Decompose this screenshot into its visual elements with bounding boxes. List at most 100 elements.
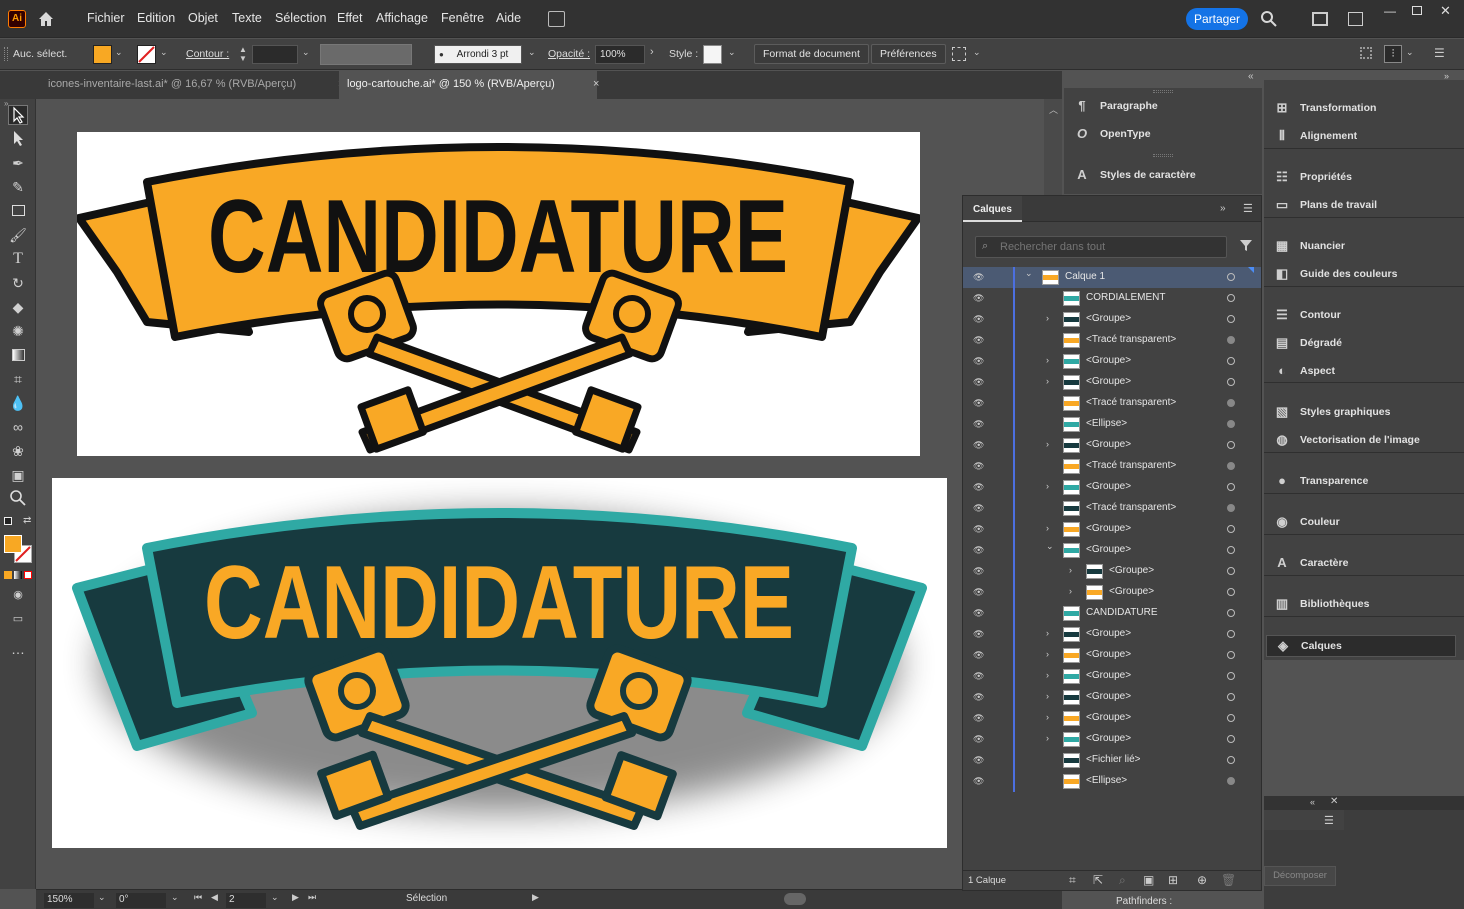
target-circle-icon[interactable]: [1227, 735, 1235, 743]
layer-row[interactable]: 👁 › <Groupe>: [963, 561, 1261, 582]
close-panel-icon[interactable]: ✕: [1330, 796, 1338, 807]
visibility-eye-icon[interactable]: 👁: [973, 545, 985, 555]
chevron-right-icon[interactable]: ▶: [532, 892, 539, 903]
menu-3[interactable]: Texte: [232, 11, 262, 25]
layer-row[interactable]: 👁 › <Groupe>: [963, 666, 1261, 687]
target-circle-icon[interactable]: [1227, 609, 1235, 617]
target-circle-icon[interactable]: [1227, 546, 1235, 554]
color-mode-icon[interactable]: [4, 571, 12, 579]
symbol-sprayer-tool-icon[interactable]: ❀: [8, 441, 28, 461]
selection-tool-icon[interactable]: [8, 105, 28, 125]
layer-row[interactable]: 👁 › <Groupe>: [963, 372, 1261, 393]
visibility-eye-icon[interactable]: 👁: [973, 629, 985, 639]
properties-toggle-icon[interactable]: ⫶: [1384, 45, 1402, 63]
panel-appearance[interactable]: ◐ Aspect: [1274, 361, 1335, 381]
chevron-right-icon[interactable]: ›: [1046, 649, 1049, 659]
variable-width-profile[interactable]: [320, 44, 412, 65]
default-colors-icon[interactable]: [4, 517, 12, 525]
layer-row[interactable]: 👁 › <Groupe>: [963, 582, 1261, 603]
menu-2[interactable]: Objet: [188, 11, 218, 25]
chevron-down-icon[interactable]: ⌄: [98, 892, 106, 903]
first-artboard-icon[interactable]: ⏮: [194, 892, 202, 903]
new-layer-icon[interactable]: ⊕: [1197, 873, 1207, 887]
more-tools-icon[interactable]: …: [8, 639, 28, 659]
layer-row[interactable]: 👁 › <Groupe>: [963, 708, 1261, 729]
direct-selection-tool-icon[interactable]: [8, 129, 28, 149]
target-circle-icon[interactable]: [1227, 294, 1235, 302]
layer-row[interactable]: 👁 <Tracé transparent>: [963, 393, 1261, 414]
eyedropper-tool-icon[interactable]: 💧: [8, 393, 28, 413]
menu-0[interactable]: Fichier: [87, 11, 125, 25]
visibility-eye-icon[interactable]: 👁: [973, 293, 985, 303]
panel-character[interactable]: A Caractère: [1274, 553, 1348, 573]
layer-row[interactable]: 👁 CANDIDATURE: [963, 603, 1261, 624]
visibility-eye-icon[interactable]: 👁: [973, 524, 985, 534]
panel-transform[interactable]: ⊞ Transformation: [1274, 98, 1377, 118]
chevron-right-icon[interactable]: ›: [650, 46, 654, 58]
chevron-right-icon[interactable]: ›: [1046, 313, 1049, 323]
home-icon[interactable]: [36, 9, 56, 29]
pen-tool-icon[interactable]: ✒: [8, 153, 28, 173]
collapse-panels-icon[interactable]: «: [1248, 71, 1254, 82]
align-objects-icon[interactable]: [952, 47, 966, 61]
chevron-right-icon[interactable]: ›: [1046, 523, 1049, 533]
visibility-eye-icon[interactable]: 👁: [973, 587, 985, 597]
collapse-icon[interactable]: «: [1310, 797, 1315, 807]
visibility-eye-icon[interactable]: 👁: [973, 272, 985, 282]
target-circle-icon[interactable]: [1227, 567, 1235, 575]
grid-icon[interactable]: [1360, 47, 1372, 59]
panel-gradient[interactable]: ▤ Dégradé: [1274, 333, 1342, 353]
target-circle-icon[interactable]: [1227, 273, 1235, 281]
chevron-right-icon[interactable]: ›: [1046, 481, 1049, 491]
close-tab-icon[interactable]: ×: [593, 78, 599, 90]
zoom-field[interactable]: 150%: [44, 893, 94, 908]
delete-icon[interactable]: 🗑: [1221, 873, 1236, 887]
chevron-right-icon[interactable]: ›: [1046, 355, 1049, 365]
layer-row[interactable]: 👁 › <Groupe>: [963, 624, 1261, 645]
visibility-eye-icon[interactable]: 👁: [973, 335, 985, 345]
export-icon[interactable]: ⇱: [1093, 873, 1103, 887]
menu-icon[interactable]: ☰: [1434, 46, 1445, 60]
blend-tool-icon[interactable]: ∞: [8, 417, 28, 437]
layers-search[interactable]: ⌕: [975, 236, 1227, 258]
visibility-eye-icon[interactable]: 👁: [973, 440, 985, 450]
visibility-eye-icon[interactable]: 👁: [973, 671, 985, 681]
visibility-eye-icon[interactable]: 👁: [973, 356, 985, 366]
layer-row[interactable]: 👁 › <Groupe>: [963, 687, 1261, 708]
panel-artboards[interactable]: ▭ Plans de travail: [1274, 195, 1377, 215]
opacity-field[interactable]: 100%: [595, 45, 645, 64]
layer-row[interactable]: 👁 <Tracé transparent>: [963, 498, 1261, 519]
target-circle-icon[interactable]: [1227, 483, 1235, 491]
share-button[interactable]: Partager: [1186, 8, 1248, 30]
target-circle-icon[interactable]: [1227, 672, 1235, 680]
target-circle-icon[interactable]: [1227, 714, 1235, 722]
brush-definition[interactable]: ● Arrondi 3 pt: [434, 45, 522, 64]
fill-color-swatch[interactable]: [4, 535, 22, 553]
panel-stroke[interactable]: ☰ Contour: [1274, 305, 1341, 325]
target-circle-icon[interactable]: [1227, 420, 1235, 428]
layer-row[interactable]: 👁 <Tracé transparent>: [963, 456, 1261, 477]
target-circle-icon[interactable]: [1227, 651, 1235, 659]
chevron-down-icon[interactable]: ⌄: [302, 47, 310, 58]
decompose-button[interactable]: Décomposer: [1264, 866, 1336, 886]
target-circle-icon[interactable]: [1227, 315, 1235, 323]
type-tool-icon[interactable]: T: [8, 249, 28, 269]
target-circle-icon[interactable]: [1227, 441, 1235, 449]
paintbrush-tool-icon[interactable]: 🖌: [8, 225, 28, 245]
target-circle-icon[interactable]: [1227, 777, 1235, 785]
panel-paragraph[interactable]: ¶ Paragraphe: [1074, 96, 1157, 116]
visibility-eye-icon[interactable]: 👁: [973, 419, 985, 429]
target-circle-icon[interactable]: [1227, 462, 1235, 470]
contour-label[interactable]: Contour :: [186, 48, 229, 60]
chevron-down-icon[interactable]: ⌄: [973, 47, 981, 58]
mesh-tool-icon[interactable]: ⌗: [8, 369, 28, 389]
zoom-tool-icon[interactable]: [8, 489, 28, 509]
gradient-mode-icon[interactable]: [14, 571, 22, 579]
target-circle-icon[interactable]: [1227, 399, 1235, 407]
visibility-eye-icon[interactable]: 👁: [973, 566, 985, 576]
workspace-icon[interactable]: [1312, 12, 1328, 26]
panel-libraries[interactable]: ▥ Bibliothèques: [1274, 594, 1370, 614]
stroke-weight-field[interactable]: [252, 45, 298, 64]
chevron-right-icon[interactable]: ›: [1046, 691, 1049, 701]
visibility-eye-icon[interactable]: 👁: [973, 461, 985, 471]
